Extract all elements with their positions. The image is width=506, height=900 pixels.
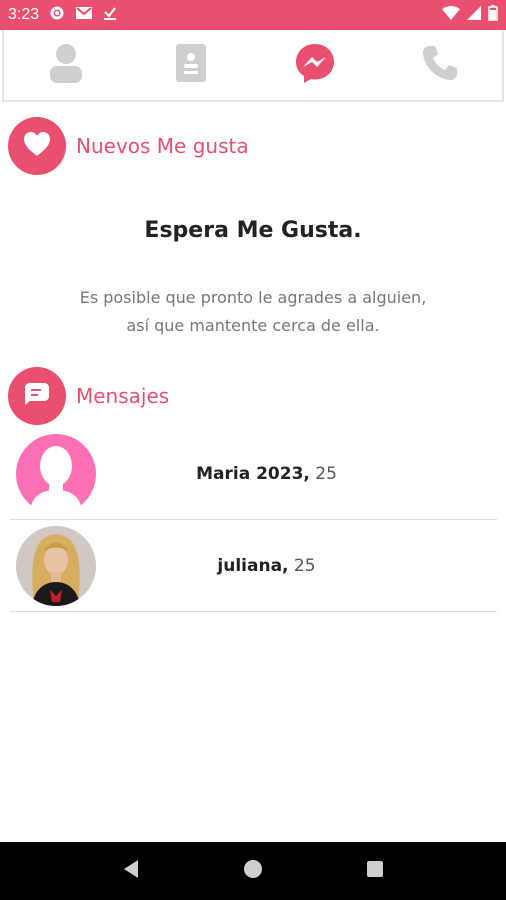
status-time: 3:23 [8,6,40,23]
contact-name: juliana, [217,555,289,576]
system-nav-bar [0,842,506,900]
phone-icon [421,44,459,86]
wifi-icon [442,6,460,24]
status-bar: 3:23 [0,0,506,30]
likes-section-title: Nuevos Me gusta [76,134,249,158]
empty-state-description: Es posible que pronto le agrades a algui… [30,284,476,340]
battery-icon [488,5,498,25]
gmail-icon [75,6,93,24]
home-button[interactable] [233,851,273,891]
recents-square-icon [366,860,384,882]
message-row-juliana[interactable]: juliana, 25 [10,520,497,612]
message-contact-info: juliana, 25 [96,556,497,576]
empty-state-title: Espera Me Gusta. [144,218,362,243]
tab-contacts[interactable] [161,35,221,95]
person-icon [49,43,83,87]
signal-icon [466,5,482,25]
tab-profile[interactable] [36,35,96,95]
tab-messenger[interactable] [285,35,345,95]
message-contact-info: Maria 2023, 25 [96,464,497,484]
contact-name: Maria 2023, [196,463,310,484]
contact-age: 25 [288,555,316,576]
contact-age: 25 [309,463,337,484]
checkmark-download-icon [103,5,117,25]
contact-card-icon [175,43,207,87]
heart-badge [8,117,66,175]
message-row-maria[interactable]: Maria 2023, 25 [10,428,497,520]
recents-button[interactable] [355,851,395,891]
messages-section-header: Mensajes [8,367,169,425]
top-tab-bar [2,30,504,102]
home-circle-icon [243,859,263,883]
heart-icon [23,131,51,161]
tab-calls[interactable] [410,35,470,95]
empty-state-line-1: Es posible que pronto le agrades a algui… [79,288,427,307]
avatar-placeholder [16,433,96,514]
empty-state-line-2: así que mantente cerca de ella. [126,316,380,335]
chat-bubble-icon [24,382,50,410]
likes-section-header: Nuevos Me gusta [8,117,249,175]
message-badge [8,367,66,425]
back-button[interactable] [111,851,151,891]
messenger-icon [294,42,336,88]
avatar-photo [16,525,96,606]
messages-section-title: Mensajes [76,384,170,408]
settings-icon [49,5,65,25]
back-triangle-icon [122,859,140,883]
